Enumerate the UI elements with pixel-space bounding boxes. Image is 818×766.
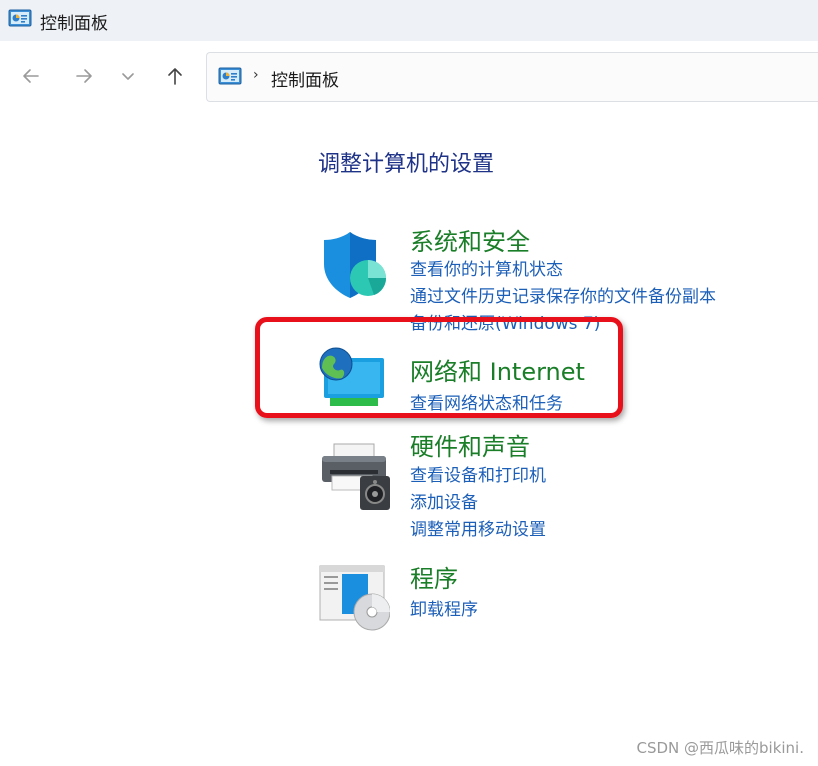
breadcrumb-control-panel[interactable]: 控制面板 bbox=[271, 66, 339, 91]
link-mobility-settings[interactable]: 调整常用移动设置 bbox=[410, 515, 546, 540]
category-title[interactable]: 程序 bbox=[410, 559, 458, 594]
forward-arrow-icon bbox=[76, 69, 92, 83]
printer-speaker-icon bbox=[322, 443, 390, 510]
navigation-bar: › 控制面板 bbox=[0, 41, 818, 111]
title-bar: 控制面板 bbox=[0, 0, 818, 41]
recent-locations-button[interactable] bbox=[115, 63, 141, 89]
chevron-down-icon bbox=[122, 73, 134, 80]
link-view-computer-status[interactable]: 查看你的计算机状态 bbox=[410, 255, 563, 280]
category-title[interactable]: 硬件和声音 bbox=[410, 427, 530, 462]
back-arrow-icon bbox=[23, 69, 39, 83]
link-uninstall-program[interactable]: 卸载程序 bbox=[410, 595, 478, 620]
category-title[interactable]: 系统和安全 bbox=[410, 222, 530, 257]
highlight-annotation bbox=[255, 317, 623, 418]
back-button[interactable] bbox=[18, 63, 44, 89]
page-heading: 调整计算机的设置 bbox=[318, 152, 495, 177]
programs-disc-icon bbox=[319, 565, 390, 631]
address-bar[interactable]: › 控制面板 bbox=[206, 52, 818, 102]
breadcrumb-separator[interactable]: › bbox=[253, 67, 259, 83]
link-add-device[interactable]: 添加设备 bbox=[410, 488, 478, 513]
shield-icon bbox=[324, 232, 387, 298]
window-title: 控制面板 bbox=[40, 14, 108, 34]
link-file-history-backup[interactable]: 通过文件历史记录保存你的文件备份副本 bbox=[410, 282, 716, 307]
up-button[interactable] bbox=[162, 63, 188, 89]
link-devices-printers[interactable]: 查看设备和打印机 bbox=[410, 461, 546, 486]
watermark: CSDN @西瓜味的bikini. bbox=[636, 739, 804, 757]
control-panel-icon bbox=[8, 9, 32, 27]
forward-button[interactable] bbox=[71, 63, 97, 89]
control-panel-icon bbox=[218, 67, 242, 85]
up-arrow-icon bbox=[168, 68, 182, 85]
